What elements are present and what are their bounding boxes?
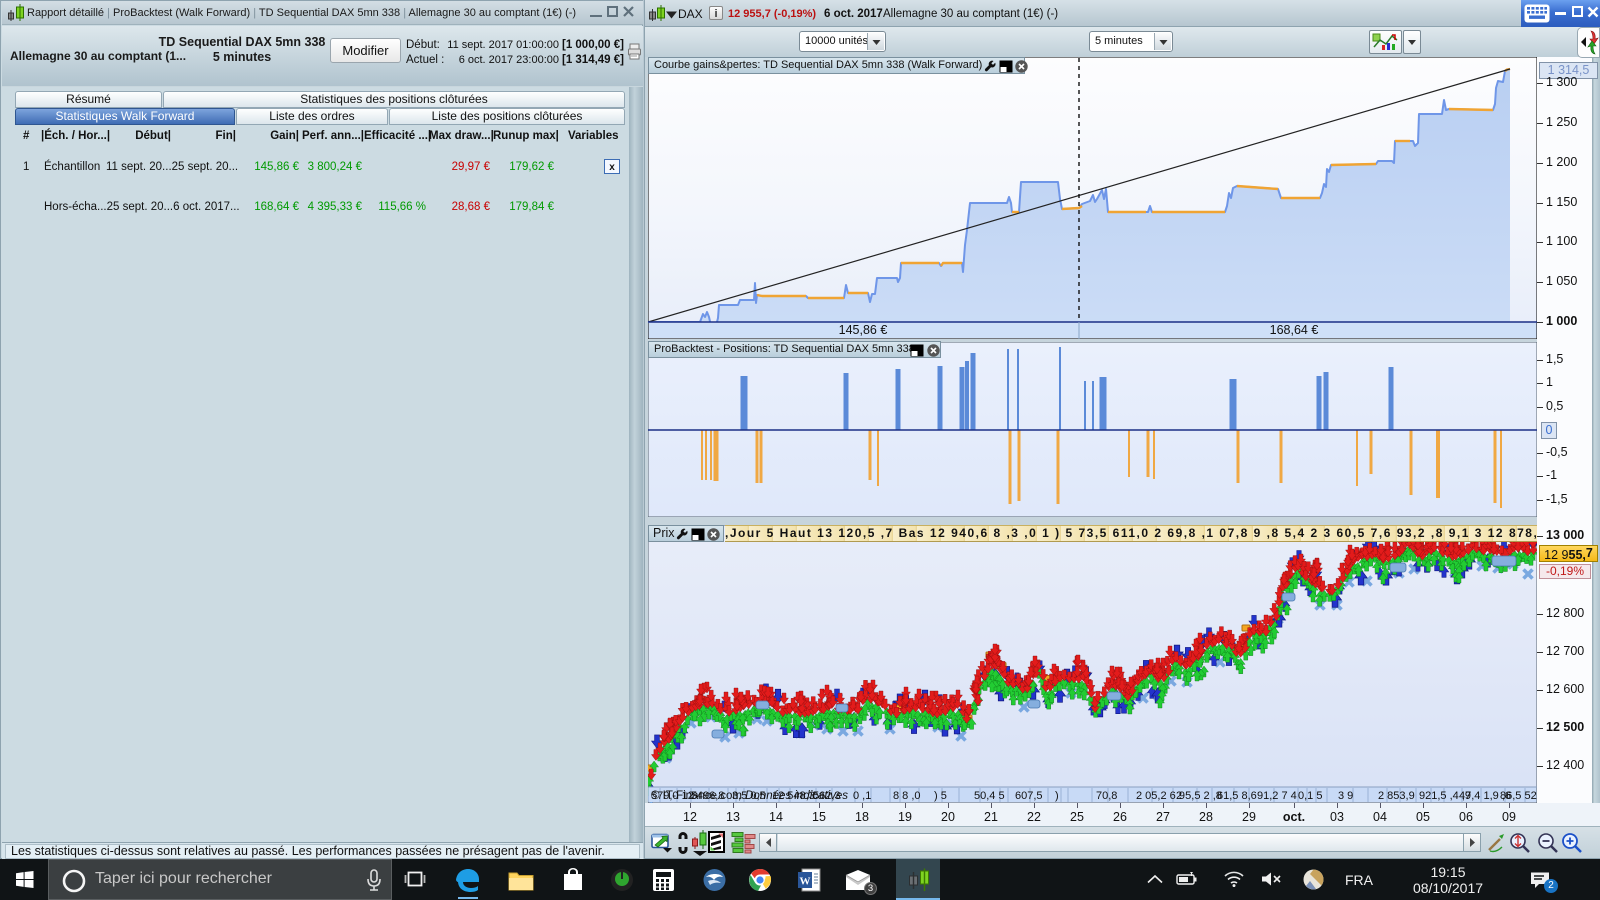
svg-text:145,86 €: 145,86 € <box>839 323 888 337</box>
svg-text:2 5,5 2 ,8: 2 5,5 2 ,8 <box>1176 790 1222 802</box>
svg-text:86,5 52,8: 86,5 52,8 <box>1500 790 1537 802</box>
svg-text:2 853,9: 2 853,9 <box>1378 790 1415 802</box>
svg-text:91,2 7 4: 91,2 7 4 <box>1257 790 1297 802</box>
svg-text:8 8 ,0: 8 8 ,0 <box>893 790 921 802</box>
svg-text:0,1 5: 0,1 5 <box>1298 790 1322 802</box>
svg-text:61,5 8,6: 61,5 8,6 <box>1217 790 1257 802</box>
svg-text:3 9: 3 9 <box>1338 790 1353 802</box>
svg-text:607,5: 607,5 <box>1015 790 1043 802</box>
svg-text:) 5: ) 5 <box>934 790 947 802</box>
svg-text:50,4 5: 50,4 5 <box>974 790 1005 802</box>
svg-text:): ) <box>1055 790 1059 802</box>
svg-text:70,8: 70,8 <box>1096 790 1117 802</box>
svg-text:W: W <box>800 876 811 888</box>
svg-text:0 ,1: 0 ,1 <box>853 790 871 802</box>
svg-text:x: x <box>609 162 615 173</box>
svg-text:© IT-Finance.com Données indic: © IT-Finance.com Données indicatives <box>651 790 848 802</box>
svg-text:168,64 €: 168,64 € <box>1270 323 1319 337</box>
